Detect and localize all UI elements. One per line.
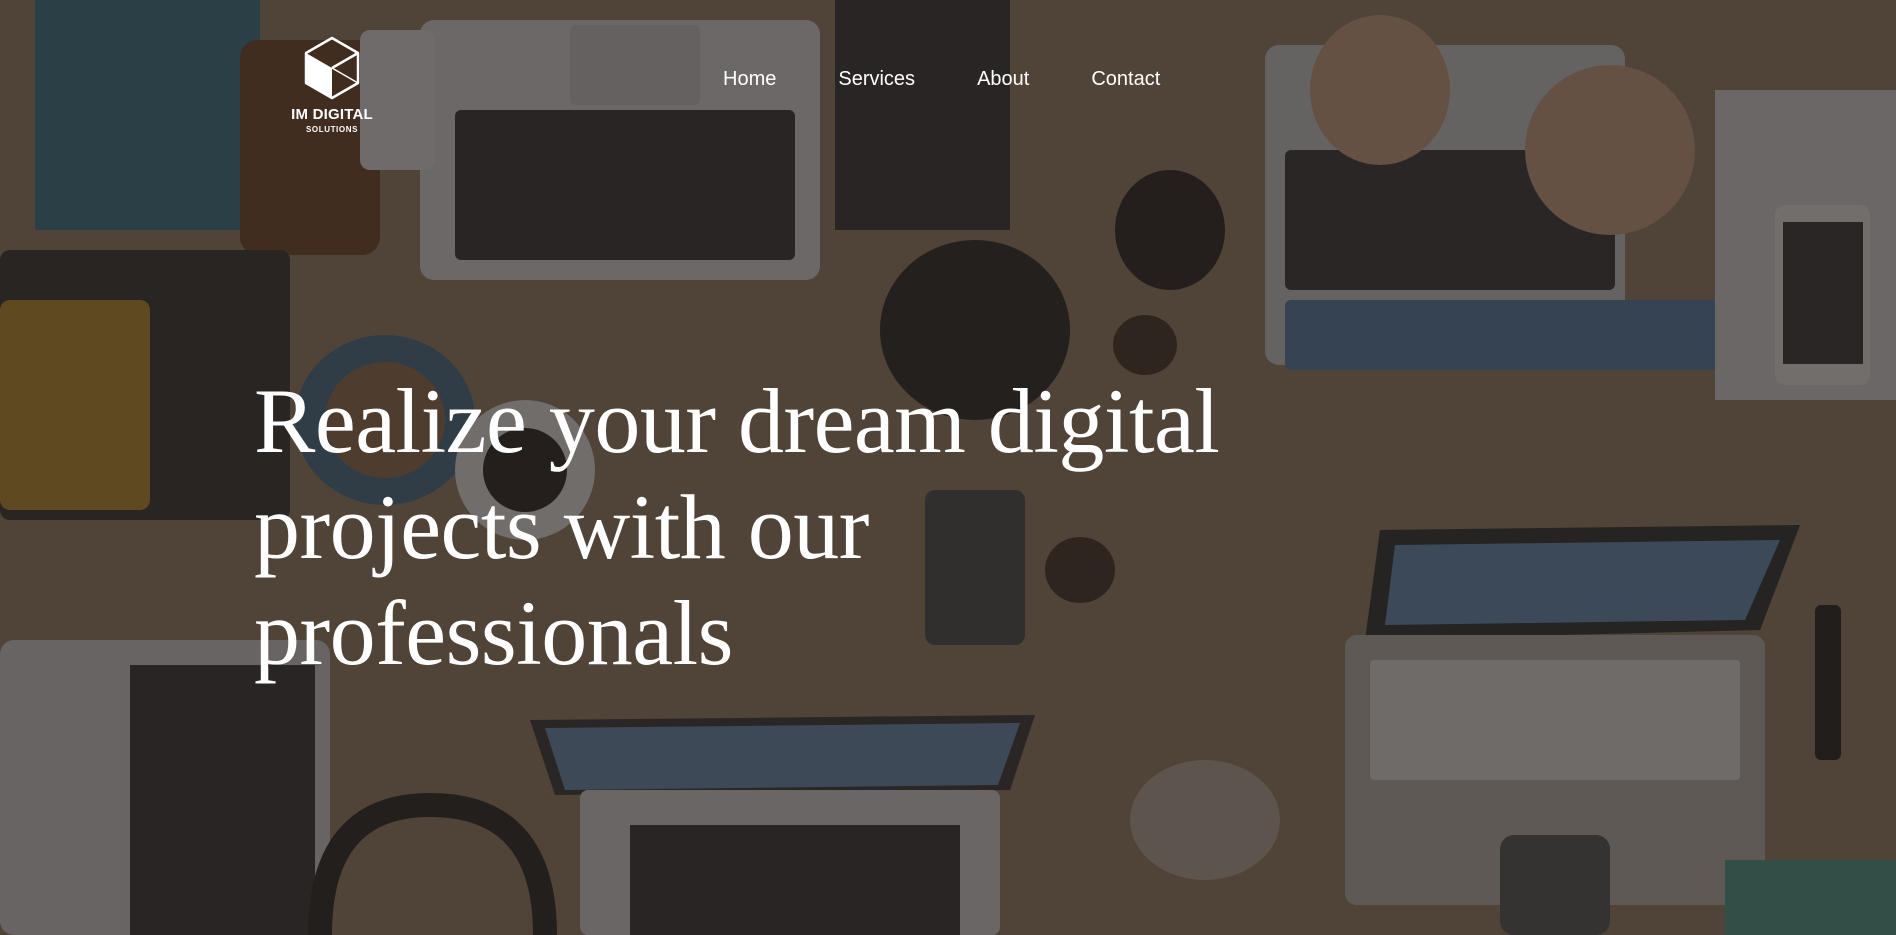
nav-contact[interactable]: Contact (1091, 66, 1160, 92)
headline-line-2: projects with our (254, 476, 869, 578)
nav-home[interactable]: Home (723, 66, 776, 92)
logo-subtitle: SOLUTIONS (305, 125, 359, 134)
logo-name: IM DIGITAL (291, 106, 373, 123)
headline-line-1: Realize your dream digital (254, 370, 1220, 472)
nav-about[interactable]: About (977, 66, 1029, 92)
cube-icon (304, 36, 360, 100)
hero-section: IM DIGITAL SOLUTIONS Home Services About… (0, 0, 1896, 935)
nav-services[interactable]: Services (838, 66, 915, 92)
headline-line-3: professionals (254, 582, 733, 684)
company-logo[interactable]: IM DIGITAL SOLUTIONS (290, 36, 374, 136)
hero-headline: Realize your dream digital projects with… (254, 368, 1354, 686)
main-nav: Home Services About Contact (723, 66, 1160, 92)
